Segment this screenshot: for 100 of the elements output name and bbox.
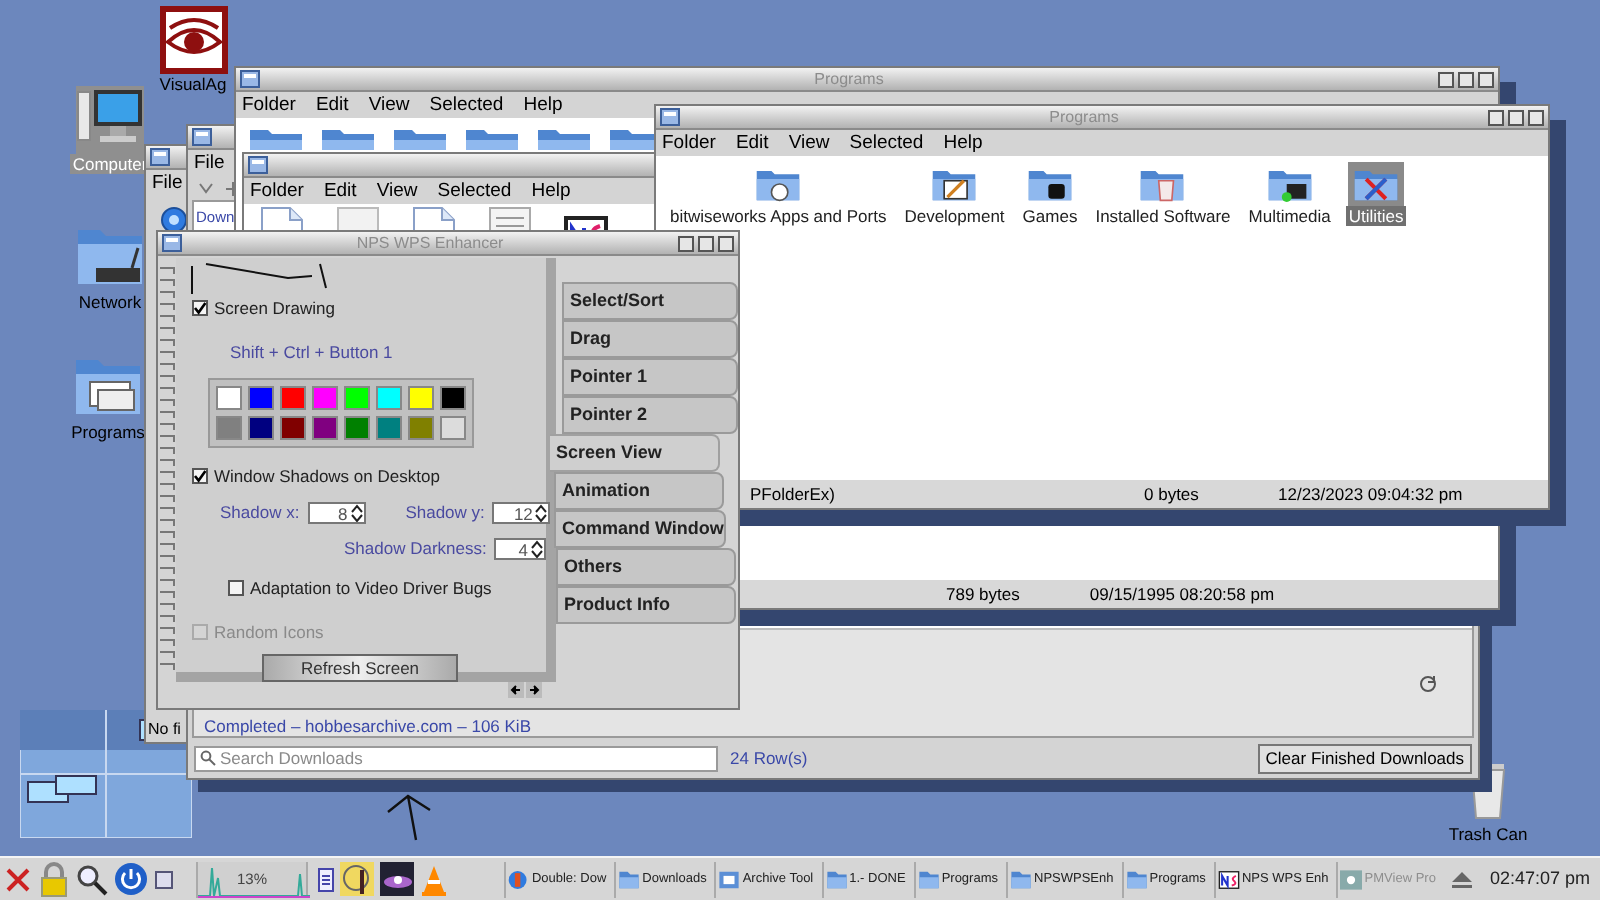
color-swatch[interactable] bbox=[312, 415, 338, 439]
window-title: Programs bbox=[1047, 109, 1121, 125]
scribble-drawing bbox=[386, 794, 434, 842]
task-folder-icon bbox=[917, 869, 940, 889]
notebook-tab[interactable]: Drag bbox=[562, 320, 738, 358]
folder-label[interactable]: Multimedia bbox=[1246, 206, 1333, 226]
menu-item[interactable]: Folder bbox=[250, 181, 304, 201]
status-text: 12/23/2023 09:04:32 pm bbox=[1278, 481, 1463, 507]
status-text: 0 bytes bbox=[1144, 481, 1201, 507]
task-folder-icon bbox=[1010, 869, 1032, 889]
spin-arrows-icon bbox=[349, 504, 364, 523]
refresh-screen-button[interactable]: Refresh Screen bbox=[262, 654, 458, 683]
folder-label[interactable]: Utilities bbox=[1346, 206, 1406, 226]
spin-arrows-icon bbox=[534, 504, 549, 523]
desktop-icon-label[interactable]: Network bbox=[76, 292, 144, 312]
color-swatch[interactable] bbox=[344, 385, 370, 409]
menu-item[interactable]: File bbox=[194, 153, 225, 173]
spin-field[interactable]: 8 bbox=[307, 502, 366, 525]
menu-item[interactable]: View bbox=[376, 181, 418, 201]
clear-downloads-button[interactable]: Clear Finished Downloads bbox=[1257, 743, 1472, 773]
color-swatch[interactable] bbox=[248, 415, 274, 439]
color-swatch[interactable] bbox=[408, 415, 434, 439]
menu-item[interactable]: View bbox=[788, 133, 830, 153]
notebook-tab[interactable]: Pointer 1 bbox=[562, 358, 738, 396]
eject-icon[interactable] bbox=[1451, 871, 1472, 887]
system-menu-icon[interactable] bbox=[248, 156, 268, 174]
system-menu-icon[interactable] bbox=[660, 108, 680, 126]
menu-item[interactable]: File bbox=[152, 173, 183, 193]
checkbox[interactable] bbox=[228, 580, 244, 597]
color-swatch[interactable] bbox=[376, 415, 402, 439]
refresh-icon[interactable] bbox=[1418, 674, 1438, 694]
search-icon[interactable] bbox=[76, 863, 108, 895]
folder-icon bbox=[464, 124, 520, 150]
chevron-down-icon[interactable] bbox=[198, 182, 214, 194]
menu-item[interactable]: Folder bbox=[662, 133, 716, 153]
window-title: Programs bbox=[812, 71, 886, 87]
folder-label[interactable]: bitwiseworks Apps and Ports bbox=[668, 206, 889, 226]
checkbox-label[interactable]: Window Shadows on Desktop bbox=[214, 463, 440, 489]
list-icon[interactable] bbox=[318, 867, 334, 891]
menu-item[interactable]: Selected bbox=[429, 95, 504, 115]
notebook-tab[interactable]: Others bbox=[556, 548, 736, 586]
status-text: No fi bbox=[148, 718, 181, 742]
system-menu-icon[interactable] bbox=[150, 148, 170, 166]
menu-item[interactable]: Folder bbox=[242, 95, 296, 115]
folder-label[interactable]: Development bbox=[902, 206, 1007, 226]
screen-icon[interactable] bbox=[154, 869, 174, 889]
power-icon[interactable] bbox=[114, 862, 148, 896]
status-text: 789 bytes bbox=[946, 581, 1020, 607]
menu-item[interactable]: Edit bbox=[735, 133, 769, 153]
menu-item[interactable]: Help bbox=[531, 181, 571, 201]
desktop-icon-label[interactable]: Programs bbox=[69, 422, 147, 442]
system-menu-icon[interactable] bbox=[240, 70, 260, 88]
download-status-text: Completed – hobbesarchive.com – 106 KiB bbox=[204, 716, 533, 736]
menu-item[interactable]: Selected bbox=[437, 181, 512, 201]
system-menu-icon[interactable] bbox=[162, 234, 182, 252]
checkbox-label[interactable]: Adaptation to Video Driver Bugs bbox=[250, 575, 492, 601]
color-swatch[interactable] bbox=[312, 385, 338, 409]
spin-field[interactable]: 12 bbox=[492, 502, 551, 525]
task-folder-icon bbox=[825, 869, 848, 889]
menu-item[interactable]: Help bbox=[523, 95, 563, 115]
menu-item[interactable]: View bbox=[368, 95, 410, 115]
notebook-tab[interactable]: Screen View bbox=[550, 434, 720, 472]
folder-label[interactable]: Games bbox=[1020, 206, 1080, 226]
eye-icon[interactable] bbox=[159, 6, 227, 74]
previous-page-icon[interactable] bbox=[508, 682, 524, 699]
checkbox-label[interactable]: Screen Drawing bbox=[214, 296, 335, 322]
folder-label[interactable]: Installed Software bbox=[1093, 206, 1233, 226]
color-swatch[interactable] bbox=[216, 385, 242, 409]
color-swatch[interactable] bbox=[440, 415, 466, 439]
image-icon[interactable] bbox=[380, 862, 414, 896]
checkbox[interactable] bbox=[192, 300, 208, 317]
search-icon bbox=[200, 750, 216, 766]
color-swatch[interactable] bbox=[248, 385, 274, 409]
system-menu-icon[interactable] bbox=[192, 128, 212, 146]
window-title: NPS WPS Enhancer bbox=[354, 235, 506, 251]
computer-icon[interactable] bbox=[76, 86, 144, 154]
field-label: Shadow y: bbox=[405, 500, 485, 526]
menu-item[interactable]: Help bbox=[943, 133, 983, 153]
spin-field[interactable]: 4 bbox=[494, 537, 546, 560]
notebook-tab[interactable]: Command Window bbox=[554, 510, 726, 548]
notebook-tab[interactable]: Pointer 2 bbox=[562, 396, 738, 434]
color-swatch[interactable] bbox=[280, 385, 306, 409]
checkbox[interactable] bbox=[192, 467, 208, 484]
desktop-icon-label[interactable]: Trash Can bbox=[1446, 824, 1530, 844]
notebook-tab[interactable]: Product Info bbox=[556, 586, 736, 624]
color-swatch[interactable] bbox=[408, 385, 434, 409]
color-swatch[interactable] bbox=[376, 385, 402, 409]
menu-item[interactable]: Selected bbox=[849, 133, 924, 153]
notebook-tab[interactable]: Select/Sort bbox=[562, 282, 738, 320]
menu-item[interactable]: Edit bbox=[323, 181, 357, 201]
next-page-icon[interactable] bbox=[526, 682, 542, 699]
color-swatch[interactable] bbox=[440, 385, 466, 409]
desktop-icon-label[interactable]: VisualAg bbox=[157, 74, 229, 94]
notebook-tab[interactable]: Animation bbox=[554, 472, 724, 510]
folder-icon bbox=[536, 124, 592, 150]
color-swatch[interactable] bbox=[216, 415, 242, 439]
color-swatch[interactable] bbox=[344, 415, 370, 439]
search-field[interactable]: Search Downloads bbox=[194, 745, 718, 771]
menu-item[interactable]: Edit bbox=[315, 95, 349, 115]
color-swatch[interactable] bbox=[280, 415, 306, 439]
